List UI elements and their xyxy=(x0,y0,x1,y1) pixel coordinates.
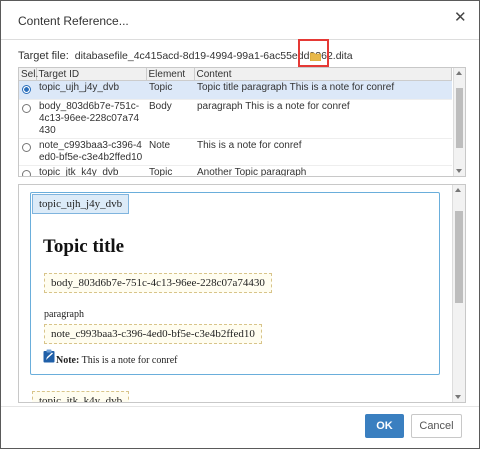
footer-divider xyxy=(1,406,479,407)
body-id-tag: body_803d6b7e-751c-4c13-96ee-228c07a7443… xyxy=(44,273,272,293)
target-file-label: Target file: xyxy=(18,50,69,62)
preview-paragraph: paragraph xyxy=(44,309,84,320)
note-text: This is a note for conref xyxy=(81,355,178,366)
table-row[interactable]: topic_jtk_k4y_dvb Topic Another Topic pa… xyxy=(19,165,452,176)
cell-target-id: topic_ujh_j4y_dvb xyxy=(36,80,146,100)
target-table: Sel. Target ID Element Content topic_ujh… xyxy=(18,67,466,177)
row-radio[interactable] xyxy=(22,143,31,152)
scroll-down-icon[interactable] xyxy=(456,169,462,173)
table-row[interactable]: body_803d6b7e-751c-4c13-96ee-228c07a7443… xyxy=(19,99,452,139)
cell-content: paragraph This is a note for conref xyxy=(194,99,452,139)
content-preview: topic_ujh_j4y_dvb Topic title body_803d6… xyxy=(18,184,466,403)
col-header-element: Element xyxy=(146,68,195,81)
note-id-tag: note_c993baa3-c396-4ed0-bf5e-c3e4b2ffed1… xyxy=(44,324,262,344)
cancel-button[interactable]: Cancel xyxy=(411,414,462,438)
cell-content: Topic title paragraph This is a note for… xyxy=(194,80,452,100)
cell-target-id: body_803d6b7e-751c-4c13-96ee-228c07a7443… xyxy=(36,99,146,139)
note-line: Note: This is a note for conref xyxy=(56,355,177,366)
cell-element: Note xyxy=(146,138,194,166)
dialog-titlebar: Content Reference... ✕ xyxy=(1,1,479,40)
note-label: Note: xyxy=(56,355,80,366)
preview-heading: Topic title xyxy=(43,236,125,257)
col-header-content: Content xyxy=(194,68,452,81)
cell-content: This is a note for conref xyxy=(194,138,452,166)
content-reference-dialog: Content Reference... ✕ Target file: ditab… xyxy=(0,0,480,449)
scroll-down-icon[interactable] xyxy=(455,395,461,399)
scroll-thumb[interactable] xyxy=(456,88,463,148)
note-icon xyxy=(43,349,55,363)
folder-highlight-box xyxy=(298,39,329,67)
dialog-title: Content Reference... xyxy=(18,14,129,28)
cell-target-id: topic_jtk_k4y_dvb xyxy=(36,165,146,176)
row-radio[interactable] xyxy=(22,170,31,176)
row-radio[interactable] xyxy=(22,104,31,113)
cell-element: Body xyxy=(146,99,194,139)
row-radio[interactable] xyxy=(22,85,31,94)
table-row[interactable]: note_c993baa3-c396-4ed0-bf5e-c3e4b2ffed1… xyxy=(19,138,452,166)
cell-target-id: note_c993baa3-c396-4ed0-bf5e-c3e4b2ffed1… xyxy=(36,138,146,166)
preview-scrollbar[interactable] xyxy=(452,185,465,402)
cell-element: Topic xyxy=(146,80,194,100)
target-file-row: Target file: ditabasefile_4c415acd-8d19-4… xyxy=(18,50,468,64)
topic-preview-box: topic_ujh_j4y_dvb Topic title body_803d6… xyxy=(30,192,440,375)
col-header-target-id: Target ID xyxy=(36,68,147,81)
close-icon[interactable]: ✕ xyxy=(454,8,467,26)
table-row[interactable]: topic_ujh_j4y_dvb Topic Topic title para… xyxy=(19,80,452,100)
scroll-thumb[interactable] xyxy=(455,211,463,303)
cell-element: Topic xyxy=(146,165,194,176)
ok-button[interactable]: OK xyxy=(365,414,404,438)
scroll-up-icon[interactable] xyxy=(456,71,462,75)
col-header-sel: Sel. xyxy=(19,68,39,81)
table-scrollbar[interactable] xyxy=(453,68,465,176)
cell-content: Another Topic paragraph xyxy=(194,165,452,176)
scroll-up-icon[interactable] xyxy=(455,188,461,192)
next-topic-id-tag: topic_jtk_k4y_dvb xyxy=(32,391,130,402)
topic-id-tag: topic_ujh_j4y_dvb xyxy=(32,194,130,214)
